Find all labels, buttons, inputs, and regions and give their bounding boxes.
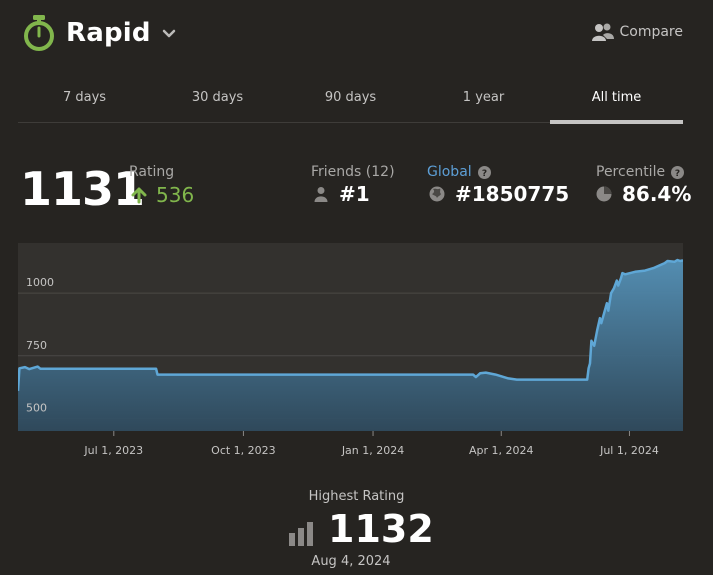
help-icon[interactable]: ? (477, 165, 491, 179)
friends-rank-value: #1 (339, 182, 370, 206)
global-rank-value: #1850775 (455, 182, 570, 206)
global-label-text: Global (427, 164, 472, 180)
highest-rating: 1132 (288, 506, 434, 552)
current-rating: 1131 (20, 162, 145, 216)
y-tick-label: 750 (26, 339, 47, 352)
percentile-label: Percentile ? (596, 164, 685, 180)
percentile-value-text: 86.4% (622, 182, 692, 206)
rating-change-value: 536 (156, 183, 195, 207)
time-range-tabs: 7 days 30 days 90 days 1 year All time (18, 78, 683, 124)
highest-rating-value: 1132 (328, 507, 434, 551)
friends-rank: #1 (313, 182, 370, 206)
friends-label: Friends (12) (311, 164, 395, 180)
x-tick-label: Oct 1, 2023 (211, 444, 276, 457)
svg-text:?: ? (675, 169, 680, 179)
x-tick-label: Jan 1, 2024 (341, 444, 404, 457)
bar-chart-icon (289, 522, 313, 546)
tab-90-days[interactable]: 90 days (284, 78, 417, 122)
y-tick-label: 500 (26, 401, 47, 414)
highest-rating-label: Highest Rating (308, 489, 405, 504)
tab-1-year[interactable]: 1 year (417, 78, 550, 122)
x-tick-label: Apr 1, 2024 (469, 444, 534, 457)
x-tick-label: Jul 1, 2023 (83, 444, 143, 457)
rating-change: 536 (130, 183, 194, 207)
global-rank: #1850775 (429, 182, 569, 206)
tab-7-days[interactable]: 7 days (18, 78, 151, 122)
compare-button[interactable]: Compare (591, 22, 683, 42)
global-label[interactable]: Global ? (427, 164, 491, 180)
compare-label: Compare (619, 24, 683, 40)
highest-rating-date: Aug 4, 2024 (311, 554, 391, 569)
tab-30-days[interactable]: 30 days (151, 78, 284, 122)
header: Rapid (22, 14, 177, 52)
rating-label: Rating (129, 164, 175, 180)
tab-all-time[interactable]: All time (550, 78, 683, 124)
chevron-down-icon[interactable] (161, 26, 177, 42)
y-tick-label: 1000 (26, 276, 54, 289)
help-icon[interactable]: ? (671, 165, 685, 179)
stopwatch-icon (24, 15, 54, 51)
page-title: Rapid (66, 18, 151, 48)
x-tick-label: Jul 1, 2024 (599, 444, 659, 457)
percentile-label-text: Percentile (596, 164, 666, 180)
percentile-value: 86.4% (596, 182, 691, 206)
arrow-up-icon (131, 187, 147, 204)
rating-history-chart[interactable]: 500 750 1000 Jul 1, 2023 Oct 1, 2023 Jan 1, 2… (18, 243, 683, 458)
globe-icon (429, 186, 445, 202)
person-icon (314, 187, 328, 202)
pie-icon (596, 186, 612, 202)
svg-text:?: ? (482, 169, 487, 179)
users-icon (592, 23, 615, 41)
